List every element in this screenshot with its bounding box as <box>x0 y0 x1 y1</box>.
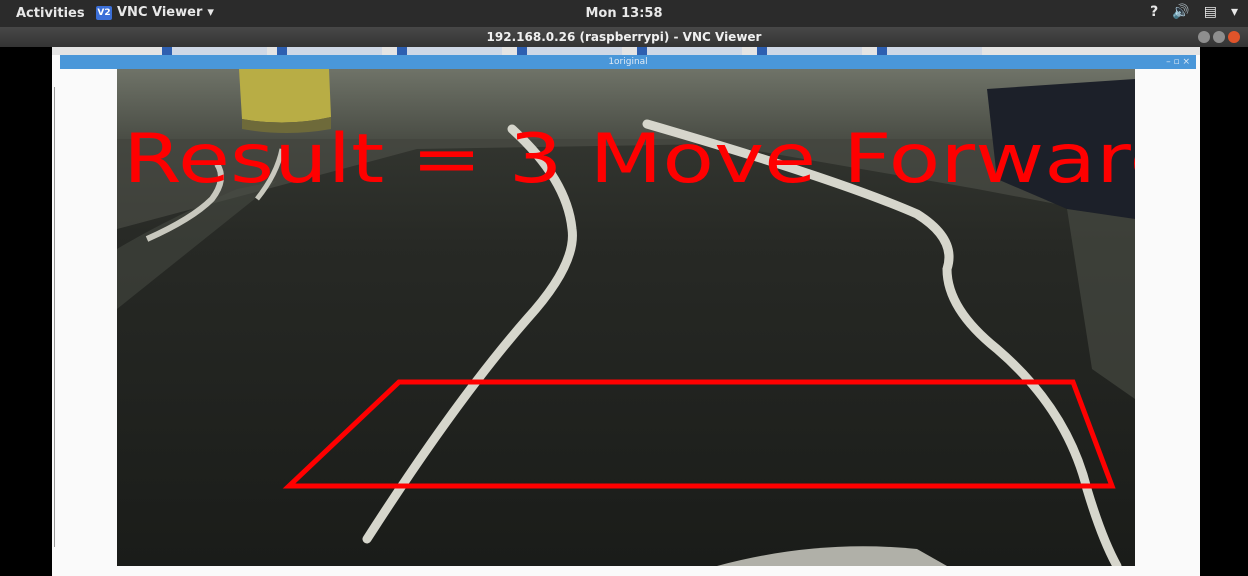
window-titlebar[interactable]: 192.168.0.26 (raspberrypi) - VNC Viewer <box>0 27 1248 47</box>
yellow-box <box>239 69 331 123</box>
result-overlay-text: Result = 3 Move Forward <box>123 120 1135 199</box>
minimize-button[interactable] <box>1198 31 1210 43</box>
remote-task-button[interactable] <box>517 47 622 55</box>
battery-icon[interactable]: ▤ <box>1204 4 1217 20</box>
clock[interactable]: Mon 13:58 <box>0 6 1248 21</box>
remote-task-button[interactable] <box>637 47 742 55</box>
remote-task-button[interactable] <box>757 47 862 55</box>
window-controls <box>1198 31 1240 43</box>
remote-desktop[interactable]: 1original – ▫ × Result = 3 Move Forward <box>52 47 1200 576</box>
help-icon[interactable]: ? <box>1150 4 1158 20</box>
system-tray[interactable]: ? 🔊 ▤ ▾ <box>1150 4 1238 20</box>
window-title: 192.168.0.26 (raspberrypi) - VNC Viewer <box>486 30 762 44</box>
remote-task-button[interactable] <box>277 47 382 55</box>
close-button[interactable] <box>1228 31 1240 43</box>
top-bar: Activities V2 VNC Viewer ▾ Mon 13:58 ? 🔊… <box>0 0 1248 27</box>
camera-frame: Result = 3 Move Forward <box>117 69 1135 566</box>
remote-window-titlebar[interactable]: 1original – ▫ × <box>60 55 1196 69</box>
divider <box>54 87 55 547</box>
remote-task-button[interactable] <box>162 47 267 55</box>
system-menu-icon[interactable]: ▾ <box>1231 4 1238 20</box>
remote-taskbar[interactable] <box>52 47 1200 55</box>
remote-task-button[interactable] <box>877 47 982 55</box>
maximize-button[interactable] <box>1213 31 1225 43</box>
remote-task-button[interactable] <box>397 47 502 55</box>
volume-icon[interactable]: 🔊 <box>1172 4 1189 20</box>
remote-window-title: 1original <box>608 57 648 67</box>
remote-window-controls[interactable]: – ▫ × <box>1166 55 1190 69</box>
